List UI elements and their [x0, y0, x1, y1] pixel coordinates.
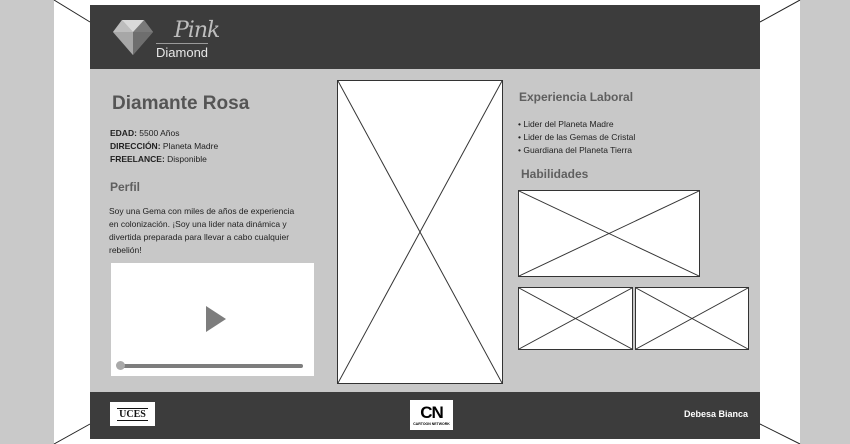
info-edad-value: 5500 Años	[139, 128, 180, 138]
author-name: Debesa Bianca	[683, 409, 748, 419]
experience-item: • Lider del Planeta Madre	[518, 119, 614, 129]
info-freelance-value: Disponible	[167, 154, 207, 164]
experience-item: • Guardiana del Planeta Tierra	[518, 145, 633, 155]
info-freelance: FREELANCE: Disponible	[110, 154, 207, 164]
perfil-heading: Perfil	[110, 180, 141, 194]
profile-image-placeholder	[337, 80, 503, 384]
skill-image-placeholder-large	[518, 190, 700, 277]
footer: UCES CN CARTOON NETWORK Debesa Bianca	[90, 392, 760, 439]
header: Pink Diamond	[90, 5, 760, 69]
play-icon[interactable]	[206, 306, 226, 332]
habilidades-heading: Habilidades	[521, 167, 589, 181]
video-progress-knob[interactable]	[116, 361, 125, 370]
image-placeholder-icon	[519, 191, 699, 276]
info-direccion-label: DIRECCIÓN:	[110, 141, 161, 151]
video-player[interactable]	[111, 263, 314, 376]
image-placeholder-icon	[338, 81, 502, 383]
image-placeholder-icon	[636, 288, 748, 349]
experience-list: • Lider del Planeta Madre • Lider de las…	[518, 118, 635, 157]
info-edad-label: EDAD:	[110, 128, 137, 138]
skill-image-placeholder-small-1	[518, 287, 633, 350]
cn-logo-subtext: CARTOON NETWORK	[413, 421, 450, 426]
profile-name: Diamante Rosa	[112, 93, 250, 114]
cartoon-network-logo[interactable]: CN CARTOON NETWORK	[410, 400, 453, 430]
right-margin-panel	[800, 0, 850, 444]
cn-logo-text: CN	[420, 402, 444, 422]
info-direccion: DIRECCIÓN: Planeta Madre	[110, 141, 218, 151]
uces-logo[interactable]: UCES	[110, 402, 155, 426]
logo-script-text: Pink	[174, 18, 220, 43]
brand-logo[interactable]: Pink Diamond	[112, 14, 242, 60]
left-margin-panel	[0, 0, 54, 444]
video-progress-bar[interactable]	[119, 364, 303, 368]
experience-item: • Lider de las Gemas de Cristal	[518, 132, 636, 142]
info-edad: EDAD: 5500 Años	[110, 128, 179, 138]
diamond-icon	[113, 20, 153, 55]
uces-logo-text: UCES	[117, 407, 148, 421]
bio-text: Soy una Gema con miles de años de experi…	[109, 206, 295, 255]
experiencia-heading: Experiencia Laboral	[519, 90, 634, 104]
skill-image-placeholder-small-2	[635, 287, 749, 350]
info-freelance-label: FREELANCE:	[110, 154, 165, 164]
info-direccion-value: Planeta Madre	[162, 141, 219, 151]
image-placeholder-icon	[519, 288, 632, 349]
logo-word-text: Diamond	[156, 43, 209, 60]
page-frame: Pink Diamond Diamante Rosa EDAD: 5500 Añ…	[90, 5, 760, 439]
